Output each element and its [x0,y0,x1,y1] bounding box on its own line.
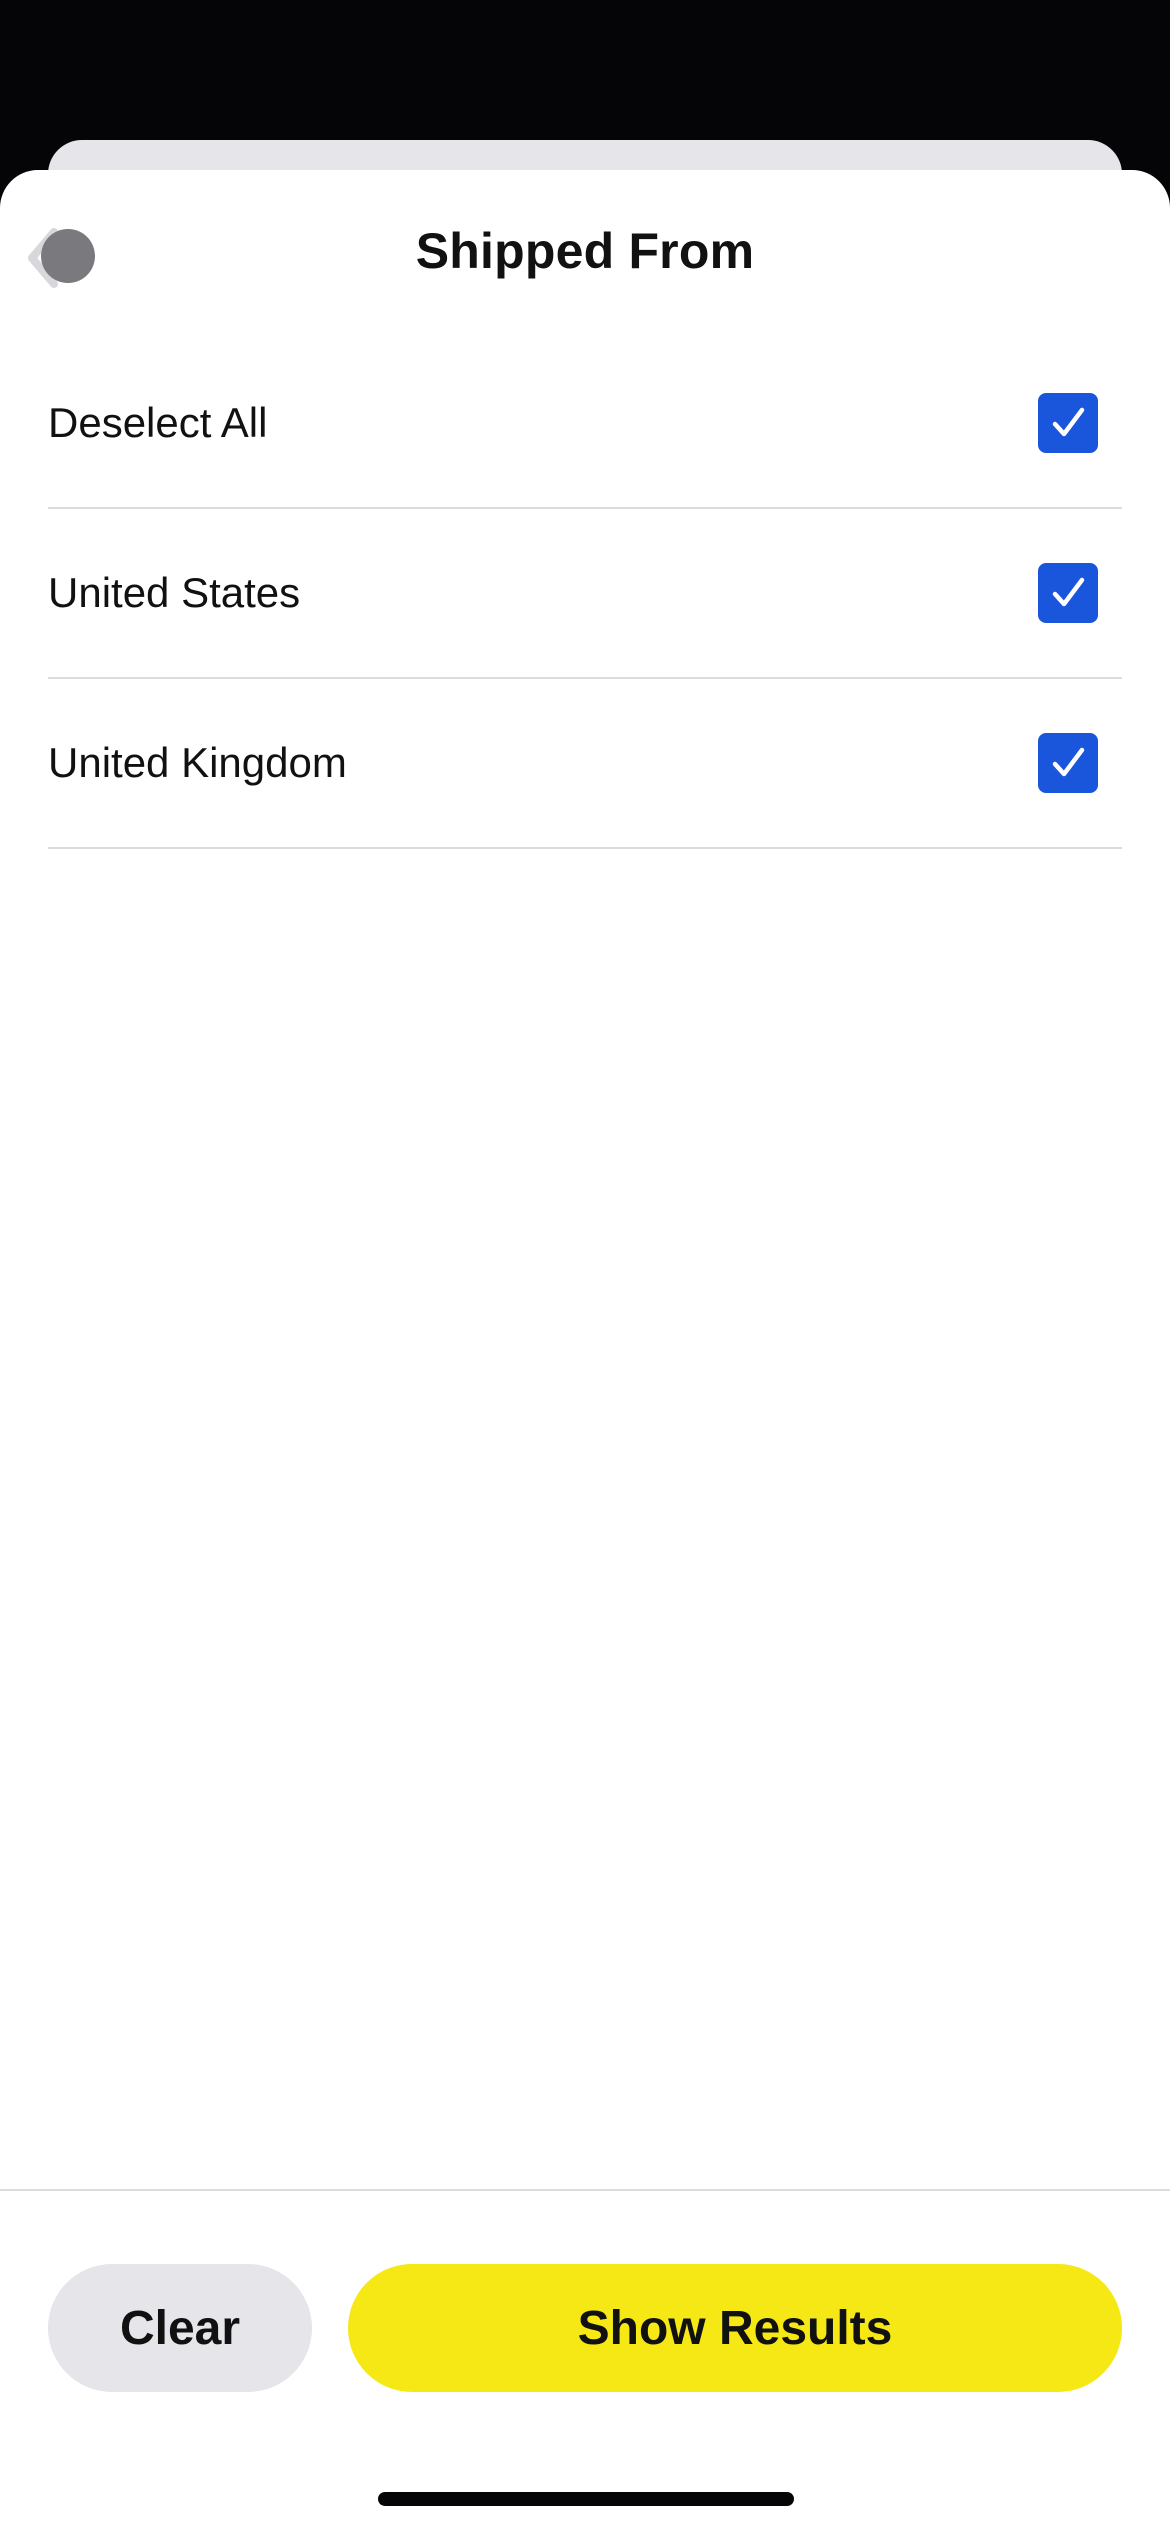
checkbox[interactable] [1038,563,1098,623]
sheet-header: Shipped From [0,170,1170,340]
option-united-states[interactable]: United States [48,509,1122,679]
clear-button[interactable]: Clear [48,2264,312,2392]
option-label: United Kingdom [48,739,347,786]
footer-divider [0,2189,1170,2191]
checkmark-icon [1052,747,1085,777]
option-label: Deselect All [48,399,268,446]
checkmark-icon [1052,577,1085,607]
show-results-button[interactable]: Show Results [348,2264,1122,2392]
option-label: United States [48,569,301,616]
checkmark-icon [1052,407,1085,437]
home-indicator [378,2492,794,2506]
checkbox[interactable] [1038,393,1098,453]
option-list: Deselect All United States United Kingdo… [48,339,1122,849]
option-deselect-all[interactable]: Deselect All [48,339,1122,509]
option-united-kingdom[interactable]: United Kingdom [48,679,1122,849]
page-title: Shipped From [415,223,755,279]
checkbox[interactable] [1038,733,1098,793]
app-screen: Shipped From Deselect All United States … [0,0,1170,2532]
